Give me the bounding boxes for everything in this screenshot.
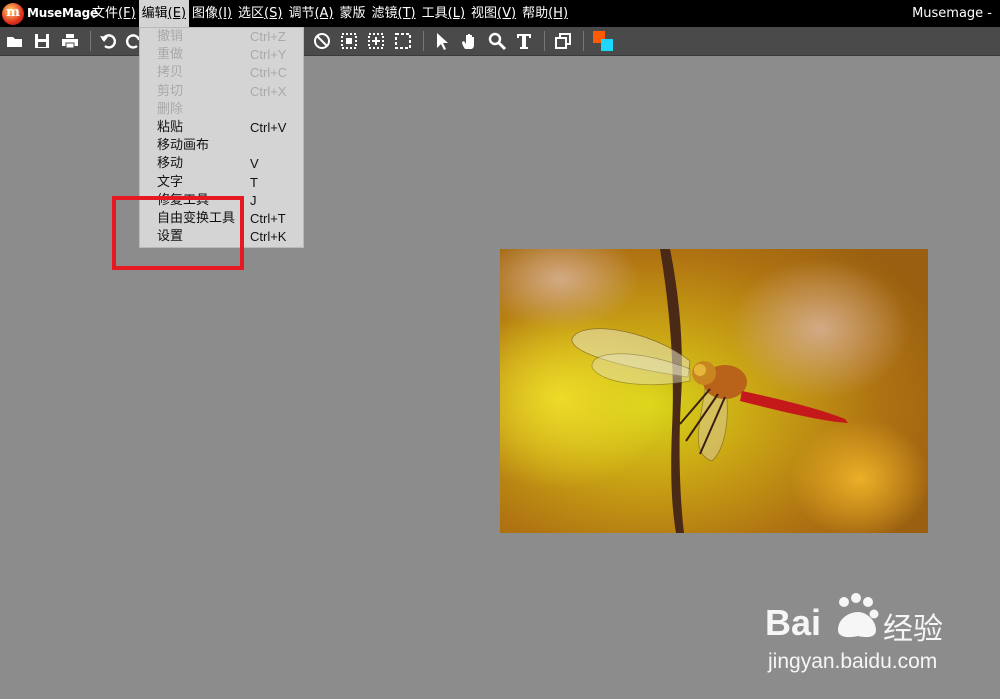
- edit-menu-item-shortcut: J: [250, 192, 257, 208]
- toolbar-separator: [90, 31, 91, 51]
- save-icon[interactable]: [32, 31, 52, 51]
- edit-menu-item-label: 移动画布: [157, 138, 210, 154]
- menu-accelerator: (A): [314, 6, 334, 21]
- rect-select-icon[interactable]: [393, 31, 413, 51]
- menu-label: 蒙版: [339, 6, 366, 21]
- transform-select-icon[interactable]: [366, 31, 386, 51]
- edit-menu-item-label: 拷贝: [157, 65, 184, 81]
- menu-accelerator: (L): [447, 6, 466, 21]
- menu-8[interactable]: 视图(V): [468, 0, 519, 27]
- hand-icon[interactable]: [459, 31, 479, 51]
- menu-7[interactable]: 工具(L): [419, 0, 468, 27]
- pointer-icon[interactable]: [431, 31, 451, 51]
- edit-menu-item-label: 剪切: [157, 83, 184, 99]
- edit-menu-item-shortcut: Ctrl+T: [250, 211, 286, 226]
- edit-menu-item-shortcut: V: [250, 156, 259, 172]
- menu-label: 文件: [92, 6, 119, 21]
- menu-label: 调节: [288, 6, 315, 21]
- menu-label: 视图: [471, 6, 498, 21]
- print-icon[interactable]: [60, 31, 80, 51]
- menu-accelerator: (V): [497, 6, 517, 21]
- edit-menu-item-label: 移动: [157, 156, 184, 172]
- menu-accelerator: (F): [118, 6, 136, 21]
- menu-accelerator: (T): [397, 6, 416, 21]
- menu-0[interactable]: 文件(F): [89, 0, 139, 27]
- edit-menu-item-label: 粘贴: [157, 120, 184, 135]
- edit-menu-item[interactable]: 拷贝 Ctrl+C: [140, 64, 305, 82]
- layers-icon[interactable]: [553, 31, 573, 51]
- paw-icon: [838, 593, 879, 638]
- menu-1[interactable]: 编辑(E): [138, 0, 190, 27]
- app-logo-letter: m: [6, 5, 20, 20]
- edit-menu-item[interactable]: 移动 V: [140, 155, 305, 173]
- menu-4[interactable]: 调节(A): [285, 0, 336, 27]
- edit-menu-item[interactable]: 删除: [140, 101, 305, 119]
- edit-menu-item-label: 删除: [157, 101, 184, 117]
- menu-label: 选区: [238, 6, 265, 21]
- edit-menu-item[interactable]: 撤销 Ctrl+Z: [140, 28, 305, 46]
- edit-menu-item[interactable]: 移动画布: [140, 137, 305, 155]
- menu-9[interactable]: 帮助(H): [519, 0, 571, 27]
- menu-label: 工具: [421, 6, 448, 21]
- no-selection-icon[interactable]: [312, 31, 332, 51]
- annotation-highlight-box: [112, 196, 244, 270]
- menu-2[interactable]: 图像(I): [189, 0, 235, 27]
- edit-menu-item-label: 重做: [157, 47, 184, 63]
- undo-icon[interactable]: [98, 31, 118, 51]
- edit-menu-item-shortcut: Ctrl+Z: [250, 29, 286, 44]
- open-folder-icon[interactable]: [5, 31, 25, 51]
- toolbar-separator: [583, 31, 584, 51]
- edit-menu-item-shortcut: T: [250, 174, 258, 190]
- window-title: Musemage -: [912, 6, 992, 21]
- menu-3[interactable]: 选区(S): [235, 0, 285, 27]
- dragonfly-photo: [500, 249, 928, 533]
- menu-accelerator: (E): [167, 6, 187, 21]
- menu-accelerator: (S): [264, 6, 283, 21]
- menu-accelerator: (H): [548, 6, 569, 21]
- menu-accelerator: (I): [218, 6, 233, 21]
- watermark-brand-cn: 经验: [883, 612, 943, 647]
- menu-5[interactable]: 蒙版: [337, 0, 369, 27]
- edit-menu-item-label: 撤销: [157, 29, 184, 44]
- menu-label: 图像: [192, 6, 219, 21]
- toolbar-separator: [423, 31, 424, 51]
- background-color-swatch[interactable]: [601, 39, 613, 51]
- edit-menu-item[interactable]: 粘贴 Ctrl+V: [140, 119, 305, 137]
- zoom-icon[interactable]: [487, 31, 507, 51]
- edit-menu-item-shortcut: Ctrl+Y: [250, 47, 287, 63]
- text-tool-icon[interactable]: [514, 31, 534, 51]
- menu-bar: m MuseMage 文件(F) 编辑(E) 图像(I) 选区(S) 调节(A) 蒙版 滤镜…: [0, 0, 1000, 27]
- edit-menu-item[interactable]: 重做 Ctrl+Y: [140, 46, 305, 64]
- color-swatch-icon[interactable]: [593, 31, 615, 53]
- toolbar-separator: [544, 31, 545, 51]
- edit-menu-item[interactable]: 文字 T: [140, 174, 305, 192]
- menu-label: 滤镜: [371, 6, 398, 21]
- menu-list: 文件(F) 编辑(E) 图像(I) 选区(S) 调节(A) 蒙版 滤镜(T) 工具(L) 视图(…: [89, 0, 571, 27]
- edit-menu-item-shortcut: Ctrl+V: [250, 120, 287, 135]
- menu-6[interactable]: 滤镜(T): [369, 0, 419, 27]
- watermark-url: jingyan.baidu.com: [768, 650, 938, 673]
- edit-menu-item-shortcut: Ctrl+K: [250, 229, 287, 245]
- app-name: MuseMage: [27, 6, 98, 20]
- select-all-icon[interactable]: [339, 31, 359, 51]
- edit-menu-item-label: 文字: [157, 174, 184, 190]
- edit-menu-item[interactable]: 剪切 Ctrl+X: [140, 83, 305, 101]
- image-canvas[interactable]: [500, 249, 928, 533]
- app-logo-icon: m: [2, 3, 24, 25]
- watermark-brand: Bai: [765, 602, 822, 643]
- menu-label: 帮助: [522, 6, 549, 21]
- edit-menu-item-shortcut: Ctrl+C: [250, 65, 288, 81]
- edit-menu-item-shortcut: Ctrl+X: [250, 83, 287, 99]
- menu-label: 编辑: [141, 6, 168, 21]
